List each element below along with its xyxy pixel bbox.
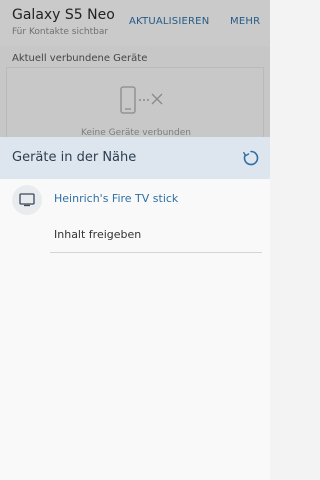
share-content-label: Inhalt freigeben xyxy=(54,228,142,241)
tv-icon xyxy=(19,193,35,207)
refresh-icon[interactable] xyxy=(242,149,260,167)
nearby-devices-sheet: Geräte in der Nähe Heinrich's Fire TV st… xyxy=(0,137,270,480)
device-name: Heinrich's Fire TV stick xyxy=(54,192,179,205)
sheet-title: Geräte in der Nähe xyxy=(12,150,137,165)
list-item[interactable]: Heinrich's Fire TV stick xyxy=(0,182,270,216)
share-content-item[interactable]: Inhalt freigeben xyxy=(50,219,262,253)
sheet-header: Geräte in der Nähe xyxy=(0,137,270,179)
device-avatar xyxy=(12,185,42,215)
